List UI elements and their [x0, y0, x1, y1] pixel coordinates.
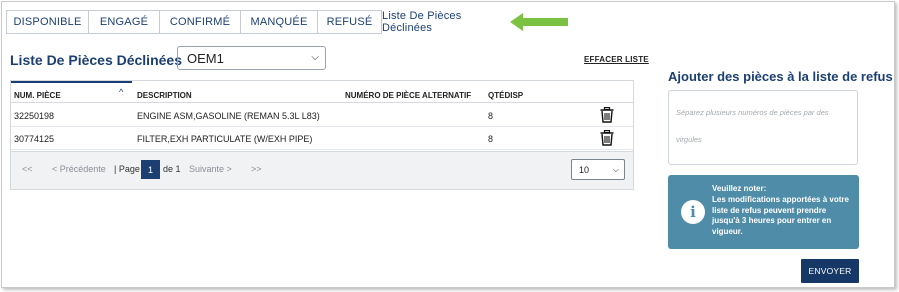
page-title: Liste De Pièces Déclinées	[10, 52, 182, 68]
table-row: 32250198 ENGINE ASM,GASOLINE (REMAN 5.3L…	[11, 104, 633, 127]
add-parts-title: Ajouter des pièces à la liste de refus	[668, 69, 893, 84]
previous-page-button[interactable]: < Précédente	[52, 164, 106, 174]
next-page-button[interactable]: Suivante >	[189, 164, 232, 174]
column-header-alt-part[interactable]: NUMÉRO DE PIÈCE ALTERNATIF	[345, 91, 471, 100]
chevron-down-icon: ⌵	[612, 165, 619, 174]
chevron-down-icon: ⌵	[311, 52, 319, 63]
table-header: NUM. PIÈCE ^ DESCRIPTION NUMÉRO DE PIÈCE…	[11, 81, 633, 103]
tab-confirme[interactable]: CONFIRMÉ	[159, 10, 240, 34]
page-size-select[interactable]: 10 ⌵	[571, 159, 625, 180]
current-page-button[interactable]: 1	[141, 160, 160, 179]
send-button[interactable]: ENVOYER	[801, 259, 859, 283]
status-tabs: DISPONIBLE ENGAGÉ CONFIRMÉ MANQUÉE REFUS…	[6, 10, 504, 34]
page-count-label: de 1	[163, 164, 181, 174]
page-size-value: 10	[579, 164, 590, 175]
app-window: DISPONIBLE ENGAGÉ CONFIRMÉ MANQUÉE REFUS…	[1, 1, 895, 288]
column-header-description[interactable]: DESCRIPTION	[137, 91, 192, 100]
last-page-button[interactable]: >>	[251, 164, 262, 174]
note-title: Veuillez noter:	[712, 184, 767, 193]
tab-disponible[interactable]: DISPONIBLE	[6, 10, 88, 34]
trash-icon[interactable]	[600, 130, 614, 146]
cell-part-number: 30774125	[14, 134, 55, 144]
green-arrow-icon	[510, 13, 568, 31]
cell-qty: 8	[488, 134, 494, 144]
part-numbers-textarea[interactable]: Séparez plusieurs numéros de pièces par …	[668, 90, 858, 165]
sort-up-icon[interactable]: ^	[119, 87, 123, 97]
page-label: | Page	[114, 164, 140, 174]
first-page-button[interactable]: <<	[22, 164, 33, 174]
oem-select-value: OEM1	[187, 50, 224, 66]
info-icon: i	[681, 200, 705, 224]
column-header-part[interactable]: NUM. PIÈCE	[14, 91, 61, 100]
cell-qty: 8	[488, 111, 494, 121]
clear-list-link[interactable]: EFFACER LISTE	[584, 55, 649, 64]
tab-declined-list[interactable]: Liste De Pièces Déclinées	[382, 10, 504, 34]
sort-indicator	[11, 81, 132, 83]
trash-icon[interactable]	[600, 107, 614, 123]
note-body: Les modifications apportées à votre list…	[712, 195, 849, 236]
cell-description: ENGINE ASM,GASOLINE (REMAN 5.3L L83)	[137, 111, 320, 121]
oem-select[interactable]: OEM1 ⌵	[177, 46, 326, 70]
tab-refuse[interactable]: REFUSÉ	[317, 10, 382, 34]
cell-part-number: 32250198	[14, 111, 55, 121]
cell-description: FILTER,EXH PARTICULATE (W/EXH PIPE)	[137, 134, 313, 144]
info-note: i Veuillez noter: Les modifications appo…	[668, 175, 859, 249]
tab-engage[interactable]: ENGAGÉ	[88, 10, 159, 34]
pagination-bar: << < Précédente | Page 1 de 1 Suivante >…	[11, 151, 633, 189]
tab-manquee[interactable]: MANQUÉE	[240, 10, 317, 34]
declined-parts-table: NUM. PIÈCE ^ DESCRIPTION NUMÉRO DE PIÈCE…	[10, 80, 634, 190]
column-header-qty[interactable]: QTÉDISP	[488, 91, 523, 100]
table-row: 30774125 FILTER,EXH PARTICULATE (W/EXH P…	[11, 127, 633, 150]
